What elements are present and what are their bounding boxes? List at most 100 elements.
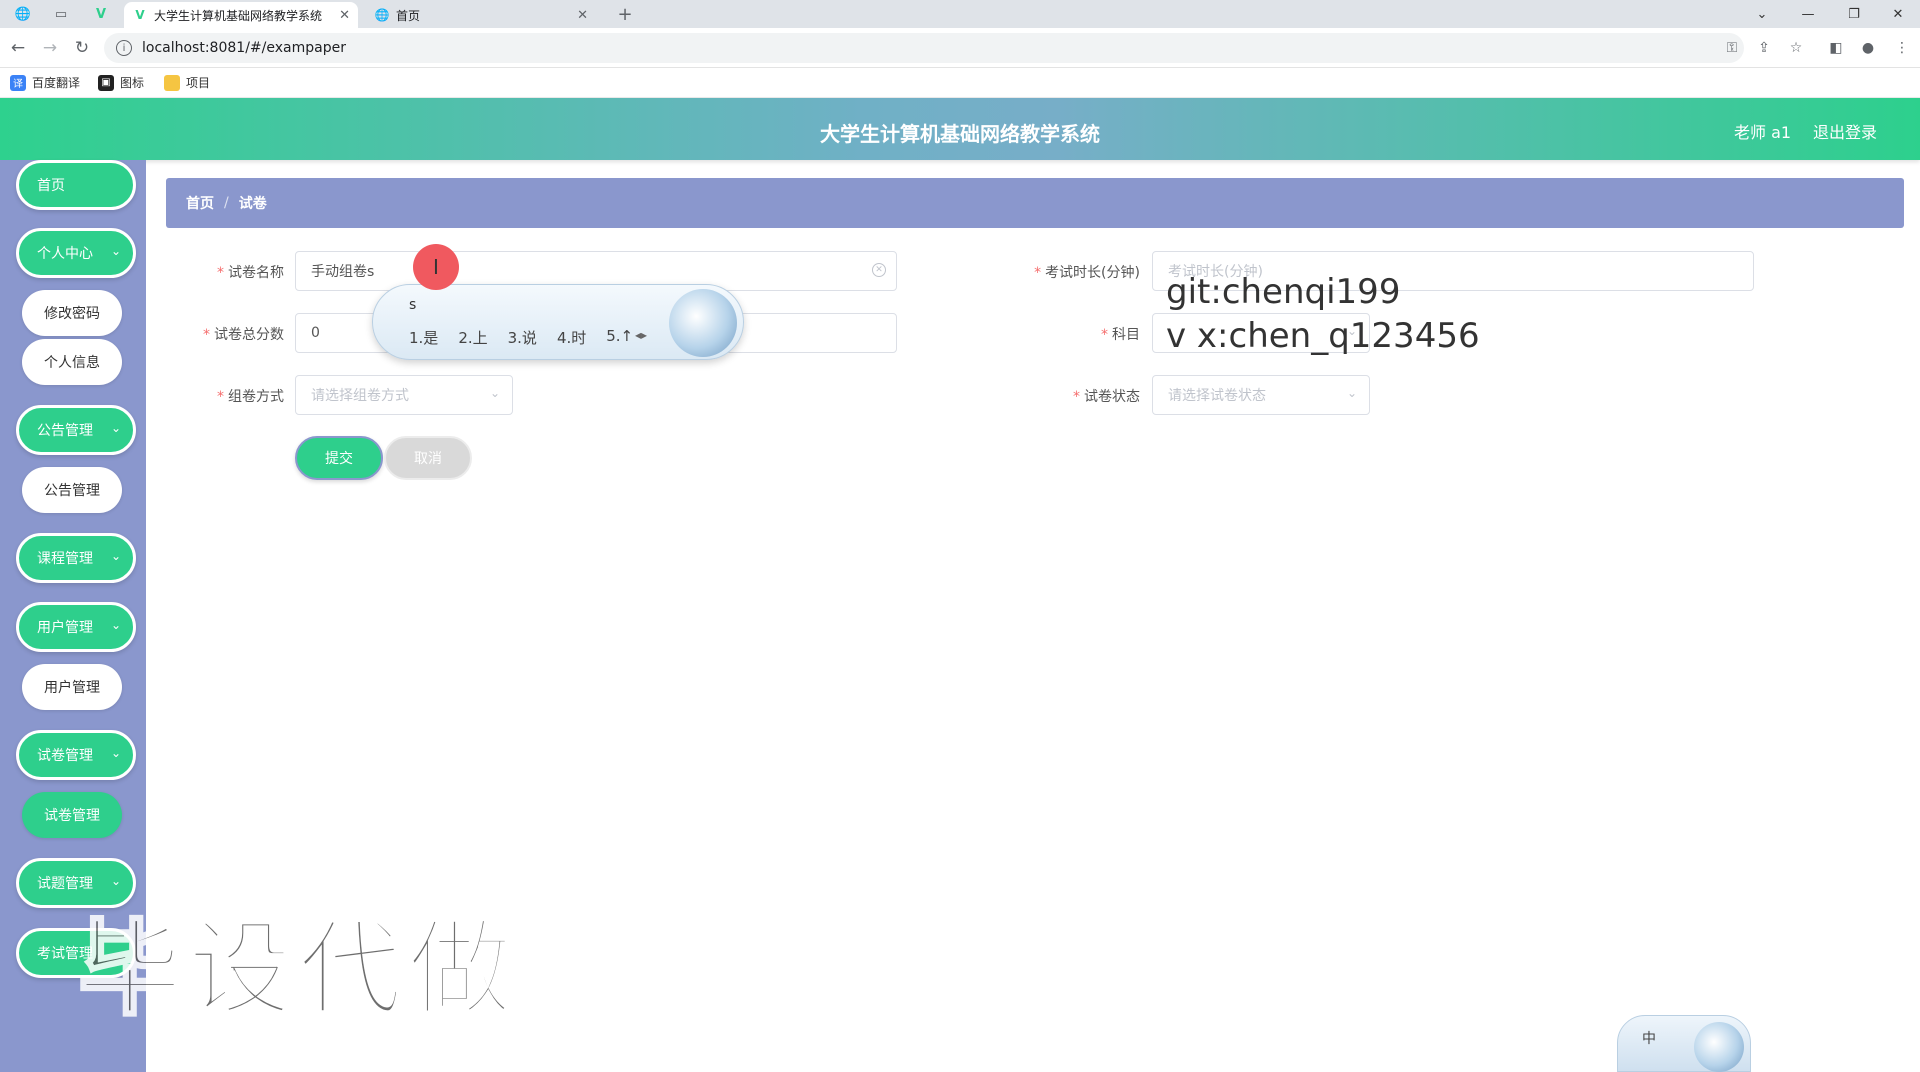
breadcrumb: 首页 / 试卷 — [166, 178, 1904, 228]
sidebar-item-exampaper[interactable]: 试卷管理 ⌄ — [16, 730, 136, 780]
sidebar-item-notice[interactable]: 公告管理 ⌄ — [16, 405, 136, 455]
chevron-down-icon: ⌄ — [1346, 386, 1357, 400]
close-icon[interactable]: ✕ — [577, 8, 588, 23]
bookmark-icons[interactable]: ▣ 图标 — [98, 74, 144, 91]
tab-active[interactable]: V 大学生计算机基础网络教学系统 ✕ — [124, 2, 358, 28]
close-icon[interactable]: ✕ — [339, 8, 350, 23]
subject-label: * 科目 — [1101, 327, 1140, 343]
address-bar: ← → ↻ i localhost:8081/#/exampaper ⚿ ⇪ ☆… — [0, 28, 1920, 68]
forward-icon[interactable]: → — [38, 36, 62, 60]
key-icon[interactable]: ⚿ — [1722, 38, 1742, 58]
chevron-down-icon: ⌄ — [110, 421, 121, 435]
blank-tab-icon[interactable]: ▭ — [46, 3, 76, 25]
share-icon[interactable]: ⇪ — [1754, 38, 1774, 58]
bookmark-project[interactable]: 项目 — [164, 74, 210, 91]
sidebar-item-label: 个人中心 — [37, 246, 93, 262]
sidebar-item-home[interactable]: 首页 — [16, 160, 136, 210]
ime-mode-label: 中 — [1642, 1031, 1656, 1047]
compose-method-label: * 组卷方式 — [217, 389, 284, 405]
sidebar-item-label: 首页 — [37, 178, 65, 194]
bookmark-baidu-translate[interactable]: 译 百度翻译 — [10, 74, 80, 91]
submit-button[interactable]: 提交 — [295, 436, 383, 480]
status-select[interactable]: 请选择试卷状态 ⌄ — [1152, 375, 1370, 415]
sidebar-subitem-users[interactable]: 用户管理 — [22, 664, 122, 710]
sidebar-item-personal-center[interactable]: 个人中心 ⌄ — [16, 228, 136, 278]
profile-icon[interactable]: ● — [1858, 38, 1878, 58]
chevron-down-icon: ⌄ — [110, 618, 121, 632]
ime-candidate-window: s 1.是 2.上 3.说 4.时 5.↑ ◂▸ — [372, 284, 744, 360]
restore-icon[interactable]: ❐ — [1832, 0, 1876, 28]
breadcrumb-separator: / — [224, 195, 229, 211]
ime-page-arrows-icon[interactable]: ◂▸ — [635, 328, 647, 342]
vue-icon: V — [135, 8, 145, 22]
globe-icon: 🌐 — [374, 8, 390, 22]
current-user: 老师 a1 — [1734, 123, 1792, 142]
chevron-down-icon: ⌄ — [110, 244, 121, 258]
vue-icon[interactable]: V — [86, 3, 116, 25]
text-cursor-icon: I — [413, 244, 459, 290]
info-icon[interactable]: i — [116, 40, 132, 56]
reload-icon[interactable]: ↻ — [70, 36, 94, 60]
back-icon[interactable]: ← — [6, 36, 30, 60]
app-title: 大学生计算机基础网络教学系统 — [820, 122, 1100, 146]
star-icon[interactable]: ☆ — [1786, 38, 1806, 58]
bookmark-label: 图标 — [120, 76, 145, 90]
cancel-button[interactable]: 取消 — [384, 436, 472, 480]
ime-candidate[interactable]: 2.上 — [458, 327, 487, 348]
url-input[interactable]: i localhost:8081/#/exampaper — [104, 33, 1744, 63]
status-placeholder: 请选择试卷状态 — [1168, 388, 1266, 404]
minimize-icon[interactable]: — — [1786, 0, 1830, 28]
breadcrumb-home[interactable]: 首页 — [186, 193, 214, 213]
sidebar-subitem-notice[interactable]: 公告管理 — [22, 467, 122, 513]
chevron-down-icon: ⌄ — [110, 549, 121, 563]
ime-candidate-list: 1.是 2.上 3.说 4.时 5.↑ — [409, 327, 653, 348]
compose-method-select[interactable]: 请选择组卷方式 ⌄ — [295, 375, 513, 415]
sidepanel-icon[interactable]: ◧ — [1826, 38, 1846, 58]
overlay-git-text: git:chenqi199 — [1166, 272, 1401, 312]
total-score-label: * 试卷总分数 — [203, 327, 284, 343]
ime-skin-icon — [669, 289, 737, 357]
tab-home[interactable]: 🌐 首页 ✕ — [366, 2, 596, 28]
translate-icon: 译 — [10, 74, 26, 91]
ime-candidate[interactable]: 5.↑ — [606, 327, 633, 348]
ime-composition: s — [409, 297, 417, 313]
bookmark-label: 项目 — [186, 76, 211, 90]
ime-candidate[interactable]: 1.是 — [409, 327, 438, 348]
menu-icon[interactable]: ⋮ — [1892, 38, 1912, 58]
paper-name-value: 手动组卷s — [311, 264, 375, 280]
globe-icon[interactable]: 🌐 — [8, 3, 38, 25]
sidebar-subitem-change-password[interactable]: 修改密码 — [22, 290, 122, 336]
sidebar-item-course[interactable]: 课程管理 ⌄ — [16, 533, 136, 583]
status-label: * 试卷状态 — [1073, 389, 1140, 405]
sidebar-item-label: 课程管理 — [37, 551, 93, 567]
clear-icon[interactable]: ✕ — [872, 263, 886, 277]
chevron-down-icon[interactable]: ⌄ — [1740, 0, 1784, 28]
duration-label: * 考试时长(分钟) — [1034, 265, 1140, 281]
tab-title: 首页 — [396, 8, 421, 23]
watermark-text: 毕设代做 — [76, 907, 519, 1032]
bookmark-label: 百度翻译 — [32, 76, 81, 90]
breadcrumb-current: 试卷 — [238, 196, 267, 212]
app-header: 大学生计算机基础网络教学系统 老师 a1 退出登录 — [0, 98, 1920, 160]
total-score-value: 0 — [311, 325, 320, 341]
ime-status-bar[interactable]: 中 — [1617, 1015, 1751, 1072]
sidebar-item-label: 公告管理 — [37, 423, 93, 439]
chevron-down-icon: ⌄ — [110, 746, 121, 760]
bookmarks-bar: 译 百度翻译 ▣ 图标 项目 — [0, 68, 1920, 98]
paper-name-label: * 试卷名称 — [217, 265, 284, 281]
sidebar-item-label: 试卷管理 — [37, 748, 93, 764]
folder-icon — [164, 74, 180, 91]
tab-title: 大学生计算机基础网络教学系统 — [154, 8, 323, 23]
sidebar-subitem-exampaper[interactable]: 试卷管理 — [22, 792, 122, 838]
logout-link[interactable]: 退出登录 — [1813, 119, 1877, 143]
url-text: localhost:8081/#/exampaper — [142, 40, 346, 56]
sidebar-item-users[interactable]: 用户管理 ⌄ — [16, 602, 136, 652]
ime-candidate[interactable]: 3.说 — [508, 327, 537, 348]
ime-candidate[interactable]: 4.时 — [557, 327, 586, 348]
new-tab-button[interactable]: + — [610, 3, 640, 25]
chevron-down-icon: ⌄ — [489, 386, 500, 400]
close-window-icon[interactable]: ✕ — [1876, 0, 1920, 28]
compose-method-placeholder: 请选择组卷方式 — [311, 388, 409, 404]
sidebar-subitem-personal-info[interactable]: 个人信息 — [22, 339, 122, 385]
overlay-vx-text: v x:chen_q123456 — [1166, 316, 1480, 356]
